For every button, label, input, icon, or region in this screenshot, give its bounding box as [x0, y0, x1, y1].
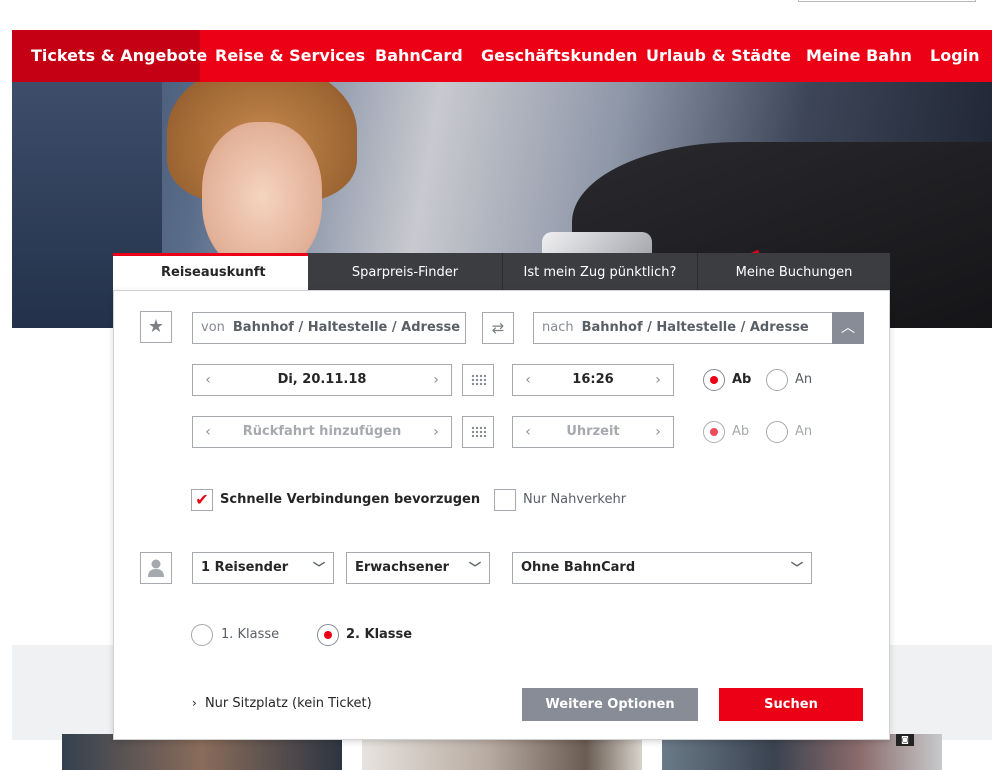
chevron-right-icon[interactable]: › — [647, 365, 669, 395]
chevron-left-icon[interactable]: ‹ — [197, 365, 219, 395]
traveler-type-select[interactable]: Erwachsener ﹀ — [346, 552, 490, 584]
from-prefix: von — [201, 320, 225, 335]
chevron-right-icon: › — [192, 696, 197, 710]
regional-only-checkbox[interactable] — [494, 489, 516, 511]
chevron-down-icon: ﹀ — [790, 561, 803, 575]
chevron-up-icon[interactable]: ︿ — [832, 312, 864, 344]
main-navigation: Tickets & Angebote Reise & Services Bahn… — [12, 30, 992, 82]
chevron-down-icon: ﹀ — [468, 561, 481, 575]
calendar-icon[interactable] — [462, 416, 494, 448]
swap-stations-icon[interactable]: ⇄ — [482, 312, 514, 344]
nav-meine-bahn[interactable]: Meine Bahn — [806, 30, 912, 82]
fast-connections-label: Schnelle Verbindungen bevorzugen — [220, 492, 481, 507]
traveler-count-select[interactable]: 1 Reisender ﹀ — [192, 552, 334, 584]
favorites-star-icon[interactable]: ★ — [140, 311, 172, 343]
outbound-date-picker[interactable]: ‹ Di, 20.11.18 › — [192, 364, 452, 396]
outbound-an-label: An — [795, 372, 813, 387]
calendar-icon[interactable] — [462, 364, 494, 396]
traveler-count-value: 1 Reisender — [201, 560, 289, 575]
search-button[interactable]: Suchen — [719, 688, 863, 721]
nav-urlaub-staedte[interactable]: Urlaub & Städte — [646, 30, 791, 82]
chevron-left-icon[interactable]: ‹ — [517, 365, 539, 395]
seat-only-link[interactable]: › Nur Sitzplatz (kein Ticket) — [192, 696, 372, 711]
return-an-radio[interactable] — [766, 421, 788, 443]
seat-only-label: Nur Sitzplatz (kein Ticket) — [204, 696, 372, 711]
regional-only-label: Nur Nahverkehr — [523, 492, 627, 507]
outbound-ab-label: Ab — [732, 372, 752, 387]
camera-icon: ◙ — [896, 734, 914, 746]
to-prefix: nach — [542, 320, 574, 335]
nav-geschaeftskunden[interactable]: Geschäftskunden — [481, 30, 637, 82]
chevron-right-icon[interactable]: › — [425, 417, 447, 447]
nav-tickets-angebote[interactable]: Tickets & Angebote — [12, 30, 207, 82]
return-time-picker[interactable]: ‹ Uhrzeit › — [512, 416, 674, 448]
page: Tickets & Angebote Reise & Services Bahn… — [0, 0, 1001, 770]
first-class-radio[interactable] — [191, 624, 213, 646]
login-link[interactable]: Login — [930, 30, 980, 82]
from-placeholder: Bahnhof / Haltestelle / Adresse — [232, 320, 461, 335]
tab-sparpreis-finder[interactable]: Sparpreis-Finder — [308, 253, 502, 290]
from-station-input[interactable]: von Bahnhof / Haltestelle / Adresse — [192, 312, 466, 344]
nav-bahncard[interactable]: BahnCard — [375, 30, 463, 82]
chevron-left-icon[interactable]: ‹ — [517, 417, 539, 447]
bahncard-select[interactable]: Ohne BahnCard ﹀ — [512, 552, 812, 584]
outbound-an-radio[interactable] — [766, 369, 788, 391]
return-add-label: Rückfahrt hinzufügen — [242, 424, 402, 439]
fast-connections-checkbox[interactable]: ✔ — [191, 489, 213, 511]
tab-reiseauskunft[interactable]: Reiseauskunft — [113, 253, 308, 290]
second-class-radio[interactable] — [317, 624, 339, 646]
site-search-input[interactable] — [798, 0, 976, 2]
chevron-right-icon[interactable]: › — [647, 417, 669, 447]
person-icon — [140, 552, 172, 584]
tab-zug-puenktlich[interactable]: Ist mein Zug pünktlich? — [502, 253, 697, 290]
traveler-type-value: Erwachsener — [355, 560, 450, 575]
chevron-right-icon[interactable]: › — [425, 365, 447, 395]
to-station-input[interactable]: nach Bahnhof / Haltestelle / Adresse — [533, 312, 833, 344]
first-class-label: 1. Klasse — [221, 627, 280, 642]
search-tabs: Reiseauskunft Sparpreis-Finder Ist mein … — [113, 253, 890, 290]
to-placeholder: Bahnhof / Haltestelle / Adresse — [581, 320, 809, 335]
chevron-down-icon: ﹀ — [312, 561, 325, 575]
return-an-label: An — [795, 424, 813, 439]
outbound-time: 16:26 — [572, 372, 614, 387]
return-date-picker[interactable]: ‹ Rückfahrt hinzufügen › — [192, 416, 452, 448]
travel-search-panel — [113, 290, 890, 740]
second-class-label: 2. Klasse — [346, 627, 413, 642]
person-icon-svg — [148, 559, 164, 577]
outbound-ab-radio[interactable] — [703, 369, 725, 391]
outbound-time-picker[interactable]: ‹ 16:26 › — [512, 364, 674, 396]
more-options-button[interactable]: Weitere Optionen — [522, 688, 698, 721]
return-ab-radio[interactable] — [703, 421, 725, 443]
nav-reise-services[interactable]: Reise & Services — [215, 30, 365, 82]
outbound-date: Di, 20.11.18 — [277, 372, 367, 387]
return-time-placeholder: Uhrzeit — [566, 424, 620, 439]
bahncard-value: Ohne BahnCard — [521, 560, 636, 575]
return-ab-label: Ab — [732, 424, 750, 439]
tab-meine-buchungen[interactable]: Meine Buchungen — [697, 253, 890, 290]
chevron-left-icon[interactable]: ‹ — [197, 417, 219, 447]
